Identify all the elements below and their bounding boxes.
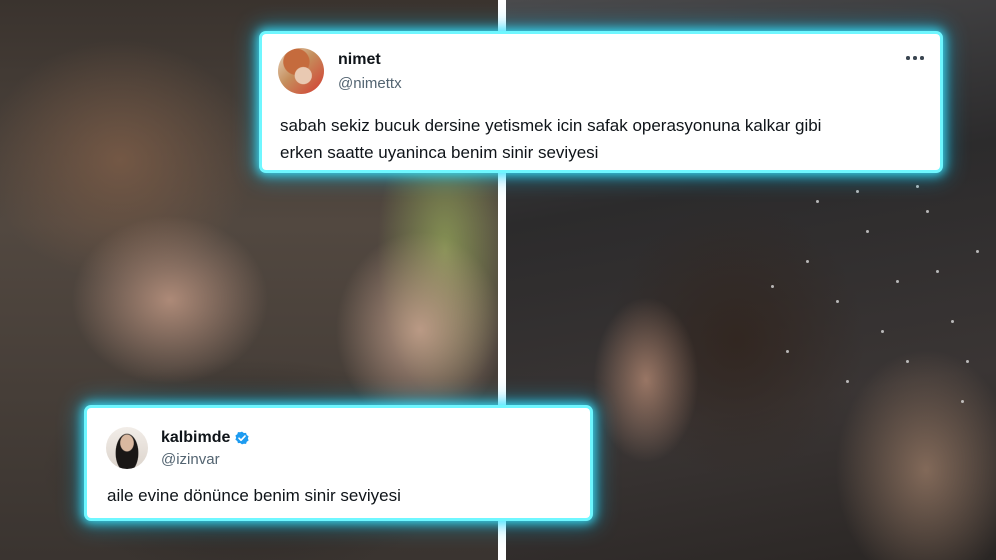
tweet-text: sabah sekiz bucuk dersine yetismek icin … (280, 116, 822, 162)
tweet-card-nimet[interactable]: nimet @nimettx sabah sekiz bucuk dersine… (262, 34, 940, 170)
tweet-author-name[interactable]: kalbimde (161, 429, 230, 447)
tweet-author-name[interactable]: nimet (338, 51, 381, 69)
tweet-card-kalbimde[interactable]: kalbimde @izinvar aile evine dönünce ben… (87, 408, 590, 518)
tweet-text: aile evine dönünce benim sinir seviyesi (107, 486, 401, 505)
tweet-author-handle[interactable]: @nimettx (338, 75, 402, 93)
verified-badge-icon (235, 431, 249, 445)
avatar[interactable] (106, 427, 148, 469)
more-options-icon[interactable] (906, 55, 924, 61)
avatar[interactable] (278, 48, 324, 94)
tweet-author-handle[interactable]: @izinvar (161, 451, 220, 469)
